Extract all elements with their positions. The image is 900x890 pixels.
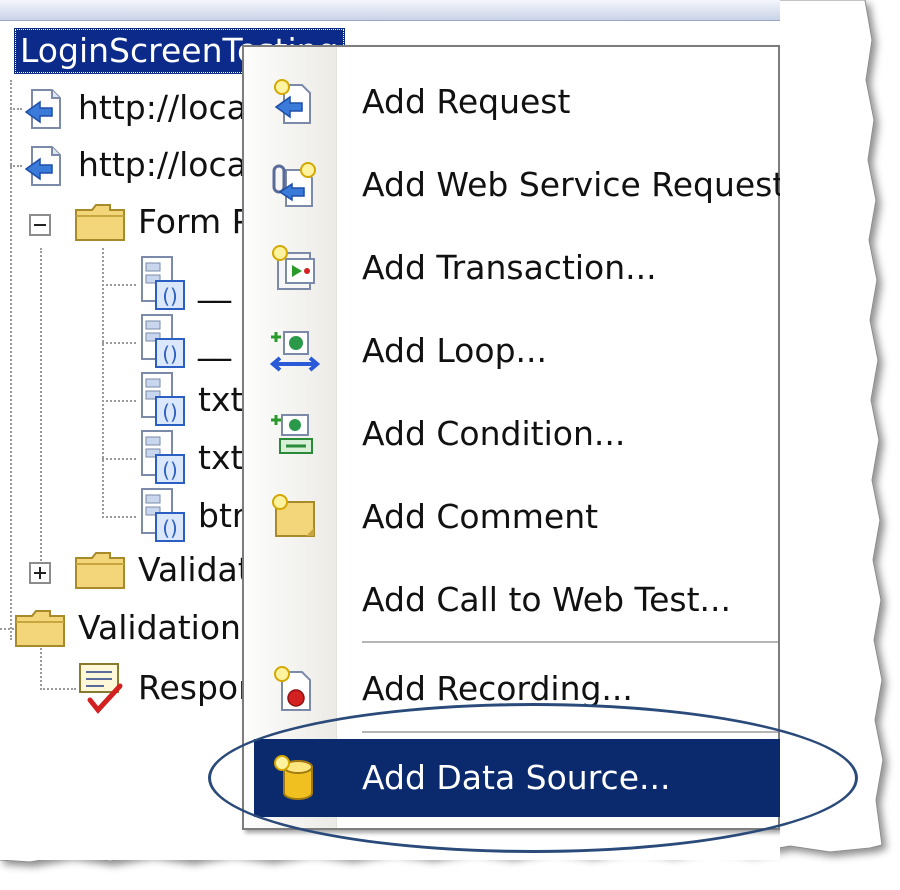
menu-item-label: Add Transaction... xyxy=(362,248,657,287)
tree-branch xyxy=(102,342,136,344)
tree-branch xyxy=(102,400,136,402)
svg-text:(): () xyxy=(162,400,178,424)
tree-validation-node[interactable]: Validat xyxy=(138,548,251,592)
tree-branch xyxy=(10,108,22,110)
web-request-icon xyxy=(24,89,61,129)
form-parameter-icon: () xyxy=(141,430,185,484)
menu-item-add-loop[interactable]: Add Loop... xyxy=(244,312,780,390)
expand-toggle[interactable] xyxy=(29,562,51,584)
svg-text:(): () xyxy=(162,284,178,308)
menu-item-label: Add Loop... xyxy=(362,331,547,370)
menu-item-add-web-service-request[interactable]: Add Web Service Request xyxy=(244,146,780,224)
menu-item-add-data-source[interactable]: Add Data Source... xyxy=(254,739,780,817)
add-comment-icon xyxy=(272,494,315,537)
form-parameter-icon: () xyxy=(141,372,185,426)
menu-item-add-request[interactable]: Add Request xyxy=(244,63,780,141)
folder-icon xyxy=(75,552,125,589)
menu-item-label: Add Call to Web Test... xyxy=(362,580,731,619)
form-parameter-icon: () xyxy=(141,314,185,368)
tree-request-node[interactable]: http://loca xyxy=(78,86,247,130)
context-menu: Add Request Add Web Service Request Add … xyxy=(242,45,780,830)
add-transaction-icon xyxy=(272,245,315,290)
tree-branch xyxy=(40,688,76,690)
add-loop-icon xyxy=(270,331,320,372)
folder-icon xyxy=(15,610,65,647)
menu-separator xyxy=(362,731,778,733)
menu-item-add-comment[interactable]: Add Comment xyxy=(244,478,780,556)
tree-branch xyxy=(102,516,136,518)
form-parameter-icon: () xyxy=(141,488,185,542)
svg-text:(): () xyxy=(162,342,178,366)
tree-branch xyxy=(102,284,136,286)
screenshot-content: LoginScreenTesting http://loca http://lo… xyxy=(0,0,780,860)
tree-parameter-node[interactable]: txt xyxy=(198,436,243,480)
tree-guide-line xyxy=(40,248,42,573)
folder-icon xyxy=(75,204,125,241)
menu-item-add-recording[interactable]: Add Recording... xyxy=(244,650,780,728)
add-data-source-icon xyxy=(274,755,313,800)
menu-item-label: Add Comment xyxy=(362,497,599,536)
tree-branch xyxy=(102,458,136,460)
menu-item-add-transaction[interactable]: Add Transaction... xyxy=(244,229,780,307)
menu-item-label: Add Web Service Request xyxy=(362,165,780,204)
add-condition-icon xyxy=(271,414,313,454)
tree-request-node[interactable]: http://loca xyxy=(78,143,247,187)
tree-response-node[interactable]: Respon xyxy=(138,666,259,710)
validation-rule-icon xyxy=(79,663,123,714)
form-parameter-icon: () xyxy=(141,256,185,310)
menu-separator xyxy=(362,641,778,643)
collapse-toggle[interactable] xyxy=(29,214,51,236)
svg-text:(): () xyxy=(162,458,178,482)
tree-branch xyxy=(0,628,14,630)
menu-item-label: Add Request xyxy=(362,82,571,121)
tree-guide-line xyxy=(10,80,12,640)
tree-parameter-node[interactable]: __ xyxy=(198,262,231,306)
tree-guide-line xyxy=(102,248,104,518)
menu-item-add-call-to-web-test[interactable]: Add Call to Web Test... xyxy=(244,561,780,639)
menu-item-label: Add Data Source... xyxy=(362,758,671,797)
tree-parameter-node[interactable]: __ xyxy=(198,320,231,364)
web-request-icon xyxy=(24,146,61,186)
tree-parameter-node[interactable]: txt xyxy=(198,378,243,422)
tree-form-post-node[interactable]: Form P xyxy=(138,200,252,244)
menu-item-label: Add Condition... xyxy=(362,414,626,453)
menu-item-add-condition[interactable]: Add Condition... xyxy=(244,395,780,473)
add-recording-icon xyxy=(274,666,311,711)
menu-item-label: Add Recording... xyxy=(362,669,633,708)
add-web-service-request-icon xyxy=(272,162,316,207)
svg-text:(): () xyxy=(162,516,178,540)
tree-branch xyxy=(10,165,22,167)
add-request-icon xyxy=(274,79,311,124)
